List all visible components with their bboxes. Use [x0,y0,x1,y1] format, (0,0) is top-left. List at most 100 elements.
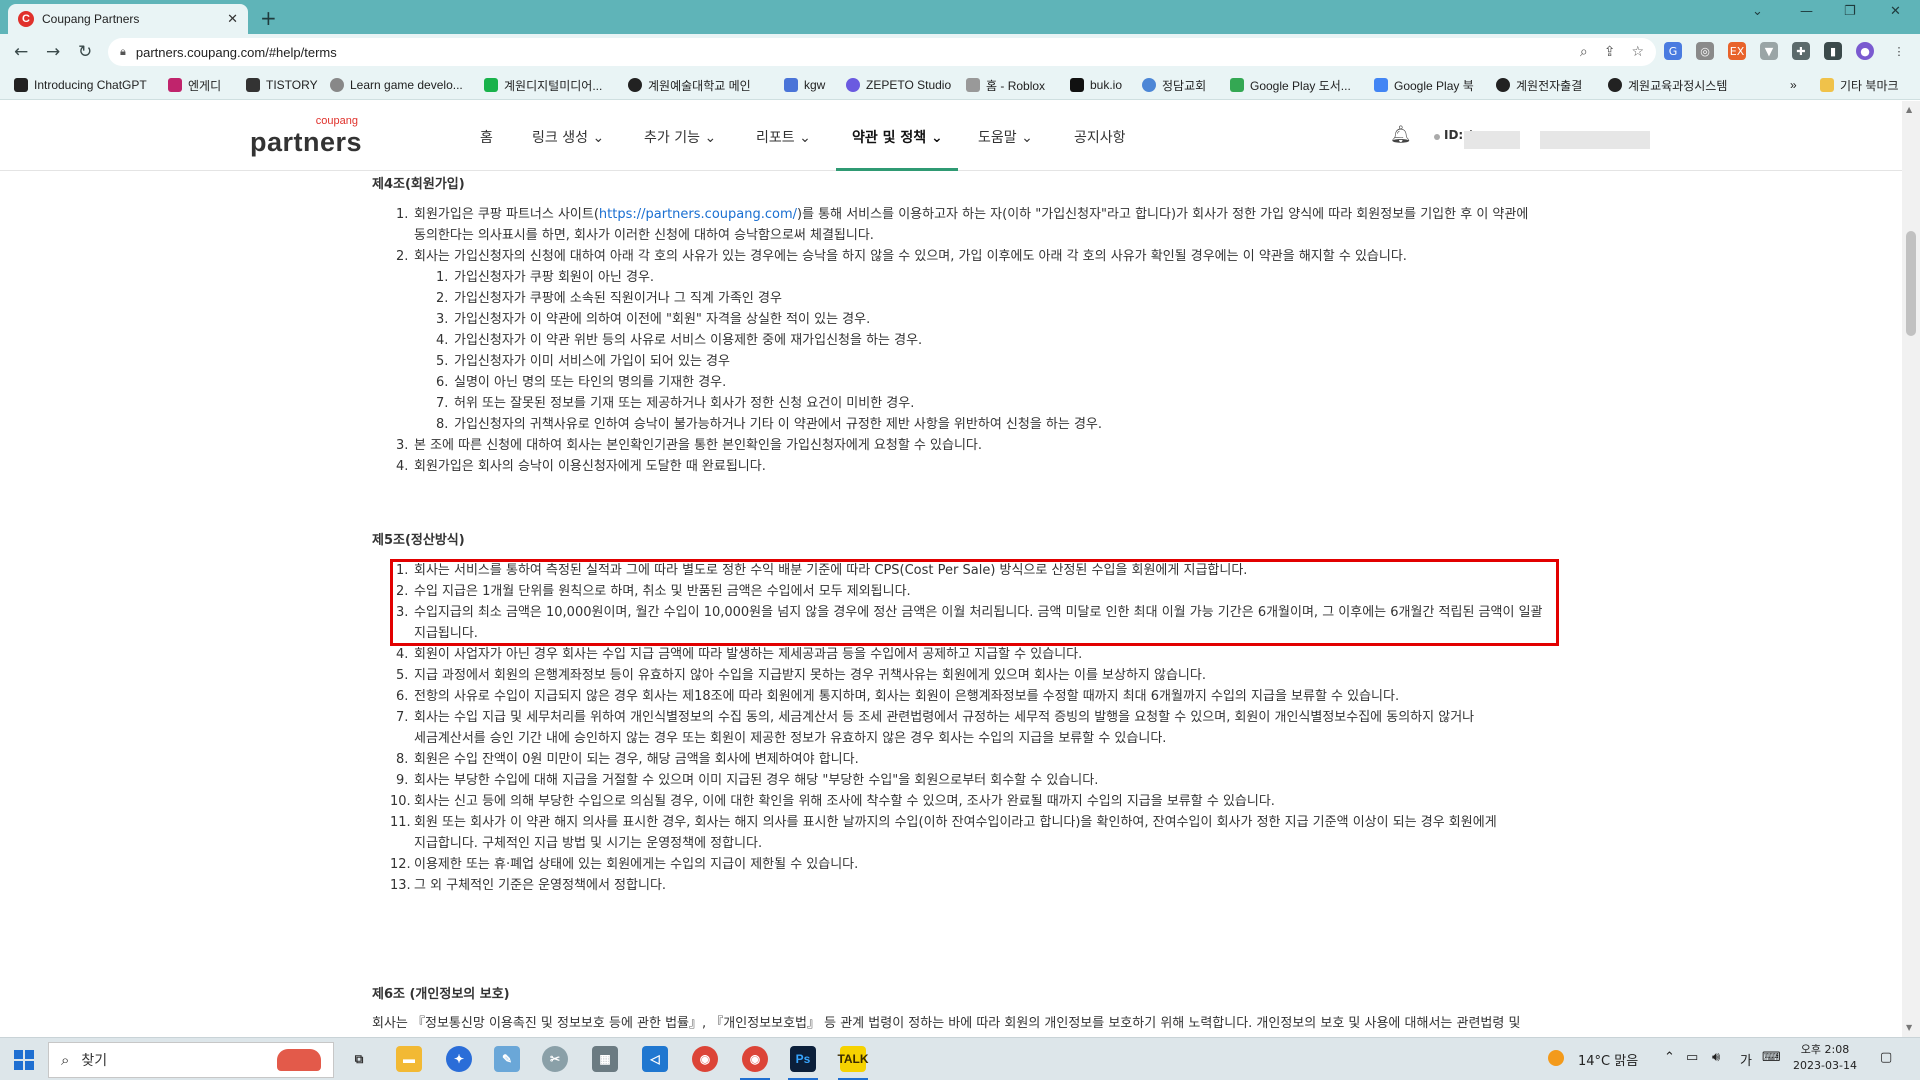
reload-icon[interactable]: ↻ [78,42,92,62]
weather-icon[interactable] [1548,1050,1564,1066]
close-icon[interactable]: ✕ [227,12,238,27]
back-arrow-icon[interactable]: ← [14,42,28,62]
list-item: 1. 회사는 서비스를 통하여 측정된 실적과 그에 따라 별도로 정한 수익 배… [396,563,1248,578]
kgw-icon [784,78,798,92]
file-explorer-icon[interactable]: ▬ [396,1046,422,1072]
new-tab-plus-icon[interactable]: + [260,6,277,30]
bookmark-item[interactable]: Introducing ChatGPT [14,77,147,93]
browser-tab[interactable]: C Coupang Partners ✕ [8,4,248,34]
bookmark-item[interactable]: 계원예술대학교 메인 [628,77,751,93]
globe-icon [1496,78,1510,92]
google-play-icon [1230,78,1244,92]
address-bar[interactable]: 🔒︎ partners.coupang.com/#help/terms ⌕ ⇪ … [108,38,1656,66]
taskbar-clock[interactable]: 오후 2:08 2023-03-14 [1790,1042,1860,1074]
window-close-icon[interactable]: ✕ [1890,4,1901,19]
ex-extension-icon[interactable]: EX [1728,42,1746,60]
calculator-icon[interactable]: ▦ [592,1046,618,1072]
side-panel-icon[interactable]: ▮ [1824,42,1842,60]
list-item: 9. 회사는 부당한 수입에 대해 지급을 거절할 수 있으며 이미 지급된 경우… [396,773,1099,788]
scrollbar-thumb[interactable] [1906,231,1916,336]
nav-extra-features[interactable]: 추가 기능 ⌄ [644,127,716,147]
bell-icon[interactable]: 🔔︎ [1390,125,1412,145]
list-item: 11. 회원 또는 회사가 이 약관 해지 의사를 표시한 경우, 회사는 해지 … [390,815,1497,830]
terms-content: 제4조(회원가입) 1. 회원가입은 쿠팡 파트너스 사이트(https://pa… [372,171,1552,1037]
app-icon[interactable]: ✦ [446,1046,472,1072]
app-icon[interactable]: ✎ [494,1046,520,1072]
other-bookmarks-folder[interactable]: 기타 북마크 [1820,77,1899,93]
bookmark-item[interactable]: 정담교회 [1142,77,1206,93]
volume-icon[interactable]: 🔊︎ [1712,1050,1720,1065]
extensions-puzzle-icon[interactable]: ✚ [1792,42,1810,60]
bookmarks-more-button[interactable]: » [1790,77,1797,93]
nav-link-create[interactable]: 링크 생성 ⌄ [532,127,604,147]
bookmark-item[interactable]: 엔게디 [168,77,221,93]
camera-extension-icon[interactable]: ◎ [1696,42,1714,60]
tray-chevron-up-icon[interactable]: ⌃ [1664,1050,1675,1065]
sub-list-item: 1. 가입신청자가 쿠팡 회원이 아닌 경우. [436,270,655,285]
page-scrollbar[interactable]: ▲ ▼ [1902,101,1920,1037]
keyboard-icon[interactable]: ⌨ [1762,1050,1781,1065]
nav-help[interactable]: 도움말 ⌄ [978,127,1033,147]
chrome-icon[interactable]: ◉ [742,1046,768,1072]
nav-home[interactable]: 홈 [480,127,493,147]
bookmark-item[interactable]: 홈 - Roblox [966,77,1045,93]
chrome-icon[interactable]: ◉ [692,1046,718,1072]
nav-report[interactable]: 리포트 ⌄ [756,127,811,147]
partners-site-link[interactable]: https://partners.coupang.com/ [599,207,797,222]
list-item: 2. 회사는 가입신청자의 신청에 대하여 아래 각 호의 사유가 있는 경우에는… [396,249,1407,264]
kakaotalk-icon[interactable]: TALK [837,1046,869,1072]
nav-terms-policy[interactable]: 약관 및 정책 ⌄ [852,127,943,147]
google-play-books-icon [1374,78,1388,92]
bookmark-item[interactable]: 계원디지털미디어... [484,77,602,93]
chatgpt-icon [14,78,28,92]
taskbar-search[interactable]: ⌕ 찾기 [48,1042,334,1078]
list-item: 6. 전항의 사유로 수입이 지급되지 않은 경우 회사는 제18조에 따라 회원… [396,689,1400,704]
share-icon[interactable]: ⇪ [1604,44,1616,60]
bookmark-item[interactable]: 계원교육과정시스템 [1608,77,1727,93]
coupang-partners-logo[interactable]: coupang partners [250,115,370,161]
translate-extension-icon[interactable]: G [1664,42,1682,60]
list-item-continuation: 세금계산서를 승인 기간 내에 승인하지 않는 경우 또는 회원이 제공한 정보… [414,731,1167,746]
tab-search-chevron-icon[interactable]: ⌄ [1752,4,1763,19]
notification-icon[interactable]: ▢ [1880,1050,1892,1065]
shield-extension-icon[interactable]: ▼ [1760,42,1778,60]
sub-list-item: 6. 실명이 아닌 명의 또는 타인의 명의를 기재한 경우. [436,375,727,390]
sub-list-item: 4. 가입신청자가 이 약관 위반 등의 사유로 서비스 이용제한 중에 재가입신… [436,333,923,348]
photoshop-icon[interactable]: Ps [790,1046,816,1072]
nav-notice[interactable]: 공지사항 [1074,127,1126,147]
bookmark-item[interactable]: 계원전자출결 [1496,77,1582,93]
network-icon[interactable]: ▭ [1686,1050,1698,1065]
list-item: 1. 회원가입은 쿠팡 파트너스 사이트(https://partners.cou… [396,207,1529,222]
bookmark-item[interactable]: buk.io [1070,77,1122,93]
bookmark-item[interactable]: Learn game develo... [330,77,463,93]
bookmark-item[interactable]: TISTORY [246,77,318,93]
bookmark-star-icon[interactable]: ☆ [1631,44,1644,60]
bookmark-item[interactable]: ZEPETO Studio [846,77,951,93]
forward-arrow-icon[interactable]: → [46,42,60,62]
bookmark-item[interactable]: kgw [784,77,825,93]
browser-tab-strip: C Coupang Partners ✕ + ⌄ — ❐ ✕ [0,0,1920,34]
url-text[interactable]: partners.coupang.com/#help/terms [136,45,1564,60]
bookmark-item[interactable]: Google Play 북 [1374,77,1474,93]
task-view-icon[interactable]: ⧉ [346,1046,372,1072]
app-icon[interactable]: ✂ [542,1046,568,1072]
list-item: 3. 수입지급의 최소 금액은 10,000원이며, 월간 수입이 10,000원… [396,605,1543,620]
bookmark-item[interactable]: Google Play 도서... [1230,77,1351,93]
list-item: 3. 본 조에 따른 신청에 대하여 회사는 본인확인기관을 통한 본인확인을 가… [396,438,983,453]
minimize-icon[interactable]: — [1800,4,1813,19]
coupang-favicon-icon: C [18,11,34,27]
scroll-up-arrow-icon[interactable]: ▲ [1906,105,1912,114]
restore-icon[interactable]: ❐ [1844,4,1856,19]
zoom-search-icon[interactable]: ⌕ [1580,44,1588,60]
weather-text[interactable]: 14°C 맑음 [1578,1050,1638,1069]
vscode-icon[interactable]: ◁ [642,1046,668,1072]
tab-title: Coupang Partners [42,12,140,26]
scroll-down-arrow-icon[interactable]: ▼ [1906,1023,1912,1032]
profile-avatar[interactable]: ● [1856,42,1874,60]
windows-start-icon[interactable] [14,1050,34,1070]
redacted-user-name [1540,131,1650,149]
list-item: 7. 회사는 수입 지급 및 세무처리를 위하여 개인식별정보의 수집 동의, 세… [396,710,1475,725]
windows-taskbar: ⌕ 찾기 ⧉ ▬ ✦ ✎ ✂ ▦ ◁ ◉ ◉ Ps TALK 14°C 맑음 ⌃… [0,1037,1920,1080]
ime-indicator[interactable]: 가 [1740,1050,1752,1069]
more-menu-icon[interactable]: ⋮ [1890,42,1908,60]
